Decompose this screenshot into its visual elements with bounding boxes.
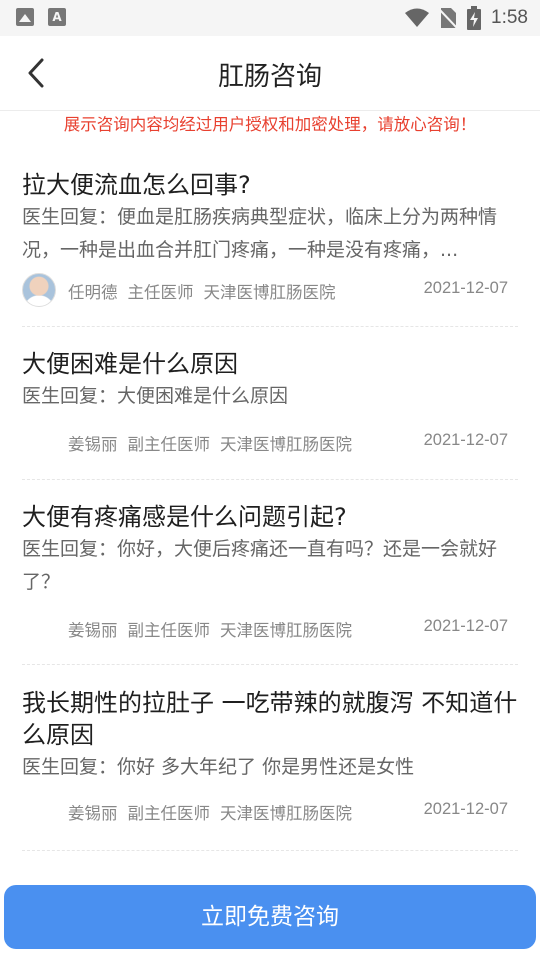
doctor-name: 姜锡丽: [68, 621, 118, 640]
page-title: 肛肠咨询: [217, 62, 322, 92]
hospital-name: 天津医博肛肠医院: [203, 283, 336, 302]
answer-date: 2021-12-07: [423, 431, 508, 449]
doctor-answer: 医生回复：你好 多大年纪了 你是男性还是女性: [22, 751, 518, 784]
doctor-avatar: [22, 273, 56, 307]
question-title: 大便有疼痛感是什么问题引起?: [22, 503, 347, 531]
battery-charging-icon: [467, 6, 482, 30]
free-consult-button[interactable]: 立即免费咨询: [4, 885, 536, 949]
list-item[interactable]: 大便困难是什么原因 医生回复：大便困难是什么原因 姜锡丽 副主任医师 天津医博肛肠医…: [22, 327, 518, 480]
doctor-answer: 医生回复：大便困难是什么原因: [22, 380, 518, 413]
doctor-meta: 姜锡丽 副主任医师 天津医博肛肠医院 2021-12-07: [22, 423, 518, 463]
doctor-meta: 姜锡丽 副主任医师 天津医博肛肠医院 2021-12-07: [22, 792, 518, 832]
doctor-name: 姜锡丽: [68, 804, 118, 823]
font-notification-icon: A: [48, 8, 66, 26]
doctor-meta: 姜锡丽 副主任医师 天津医博肛肠医院 2021-12-07: [22, 609, 518, 649]
privacy-notice: 展示咨询内容均经过用户授权和加密处理，请放心咨询！: [63, 115, 477, 134]
list-fade-overlay: [0, 858, 540, 888]
status-bar: A 1:58: [0, 0, 540, 36]
doctor-title: 副主任医师: [127, 804, 211, 823]
answer-prefix: 医生回复：: [22, 756, 118, 778]
status-time: 1:58: [491, 7, 528, 28]
doctor-answer: 医生回复：你好，大便后疼痛还一直有吗？还是一会就好了？: [22, 533, 518, 599]
app-header: 肛肠咨询: [0, 36, 540, 111]
hospital-name: 天津医博肛肠医院: [220, 621, 352, 640]
hospital-name: 天津医博肛肠医院: [220, 435, 352, 454]
doctor-title: 主任医师: [127, 283, 194, 302]
answer-text: 你好 多大年纪了 你是男性还是女性: [117, 756, 415, 778]
doctor-title: 副主任医师: [127, 621, 211, 640]
wifi-icon: [405, 8, 430, 27]
question-title: 大便困难是什么原因: [22, 350, 238, 378]
list-item[interactable]: 我长期性的拉肚子 一吃带辣的就腹泻 不知道什么原因 医生回复：你好 多大年纪了 …: [22, 665, 518, 851]
question-title: 拉大便流血怎么回事?: [22, 171, 251, 199]
list-item[interactable]: 大便有疼痛感是什么问题引起? 医生回复：你好，大便后疼痛还一直有吗？还是一会就好…: [22, 480, 518, 665]
answer-date: 2021-12-07: [423, 800, 508, 818]
answer-date: 2021-12-07: [423, 279, 508, 297]
doctor-title: 副主任医师: [127, 435, 211, 454]
image-notification-icon: [16, 8, 34, 26]
doctor-name: 姜锡丽: [68, 435, 118, 454]
answer-text: 大便困难是什么原因: [117, 385, 289, 407]
doctor-answer: 医生回复：便血是肛肠疾病典型症状，临床上分为两种情况，一种是出血合并肛门疼痛，一…: [22, 201, 518, 267]
answer-prefix: 医生回复：: [22, 538, 118, 560]
list-item[interactable]: 拉大便流血怎么回事? 医生回复：便血是肛肠疾病典型症状，临床上分为两种情况，一种…: [22, 150, 518, 327]
answer-prefix: 医生回复：: [22, 385, 118, 407]
no-sim-icon: [439, 8, 458, 29]
question-title: 我长期性的拉肚子 一吃带辣的就腹泻 不知道什么原因: [22, 689, 518, 749]
doctor-name: 任明德: [68, 283, 118, 302]
answer-prefix: 医生回复：: [22, 206, 118, 228]
answer-date: 2021-12-07: [423, 617, 508, 635]
consultation-list: 拉大便流血怎么回事? 医生回复：便血是肛肠疾病典型症状，临床上分为两种情况，一种…: [22, 150, 518, 851]
hospital-name: 天津医博肛肠医院: [220, 804, 352, 823]
doctor-meta: 任明德 主任医师 天津医博肛肠医院 2021-12-07: [22, 271, 518, 311]
